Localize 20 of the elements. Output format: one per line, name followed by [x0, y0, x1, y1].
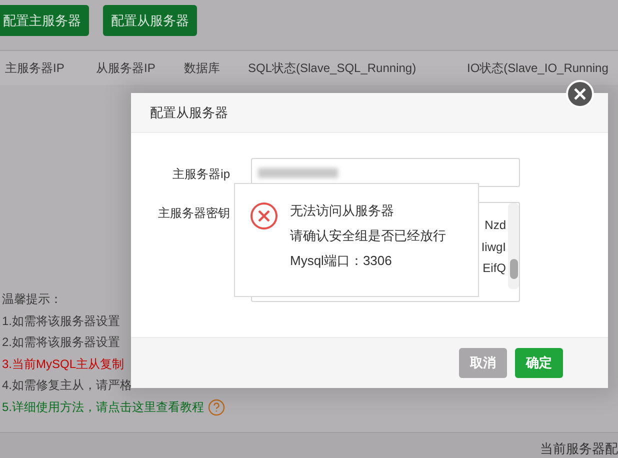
- column-header: 主服务器IP: [4, 60, 66, 77]
- column-header: SQL状态(Slave_SQL_Running): [248, 60, 418, 77]
- dialog-title: 配置从服务器: [150, 104, 228, 122]
- key-text: IiwgI: [481, 238, 506, 256]
- field-label: 主服务器密钥: [157, 205, 230, 222]
- tips-title: 温馨提示：: [2, 291, 62, 308]
- column-header: 数据库: [184, 60, 221, 77]
- tip-text: 2.如需将该服务器设置: [2, 334, 120, 351]
- column-header: 从服务器IP: [96, 60, 156, 77]
- key-text: EifQ: [482, 260, 506, 277]
- toast-message: 请确认安全组是否已经放行: [290, 227, 446, 245]
- footer-text: 当前服务器配: [540, 440, 618, 458]
- tip-text: 4.如需修复主从，请严格: [2, 377, 132, 394]
- tip-text: 3.当前MySQL主从复制: [2, 356, 124, 372]
- key-text: Nzd: [484, 217, 506, 234]
- tip-text: 1.如需将该服务器设置: [2, 312, 120, 330]
- column-header: IO状态(Slave_IO_Running: [467, 60, 610, 77]
- toast-message: 无法访问从服务器: [290, 202, 395, 220]
- field-label: 主服务器ip: [172, 166, 230, 183]
- toast-message: Mysql端口：3306: [290, 252, 393, 270]
